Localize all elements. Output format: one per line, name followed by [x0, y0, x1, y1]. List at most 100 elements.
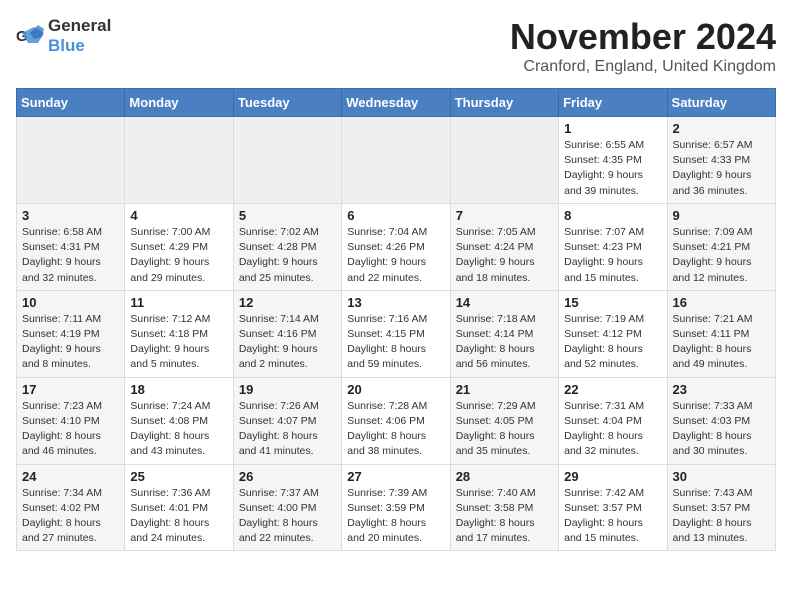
day-info: Sunrise: 7:02 AM Sunset: 4:28 PM Dayligh…: [239, 225, 336, 286]
day-number: 12: [239, 295, 336, 310]
day-info: Sunrise: 7:18 AM Sunset: 4:14 PM Dayligh…: [456, 312, 553, 373]
calendar-cell: 13 Sunrise: 7:16 AM Sunset: 4:15 PM Dayli…: [342, 290, 450, 377]
day-number: 24: [22, 469, 119, 484]
calendar-cell: 8Sunrise: 7:07 AM Sunset: 4:23 PM Daylig…: [559, 203, 667, 290]
week-row-2: 3 Sunrise: 6:58 AM Sunset: 4:31 PM Daylig…: [17, 203, 776, 290]
calendar-cell: 18 Sunrise: 7:24 AM Sunset: 4:08 PM Dayli…: [125, 377, 233, 464]
calendar-cell: 1 Sunrise: 6:55 AM Sunset: 4:35 PM Daylig…: [559, 117, 667, 204]
day-info: Sunrise: 7:39 AM Sunset: 3:59 PM Dayligh…: [347, 486, 444, 547]
day-number: 22: [564, 382, 661, 397]
day-number: 1: [564, 121, 661, 136]
day-number: 27: [347, 469, 444, 484]
day-info: Sunrise: 6:58 AM Sunset: 4:31 PM Dayligh…: [22, 225, 119, 286]
day-number: 20: [347, 382, 444, 397]
day-info: Sunrise: 7:04 AM Sunset: 4:26 PM Dayligh…: [347, 225, 444, 286]
logo-icon: G: [16, 25, 44, 47]
day-info: Sunrise: 6:55 AM Sunset: 4:35 PM Dayligh…: [564, 138, 661, 199]
calendar-cell: 23Sunrise: 7:33 AM Sunset: 4:03 PM Dayli…: [667, 377, 775, 464]
calendar-cell: [342, 117, 450, 204]
day-info: Sunrise: 7:24 AM Sunset: 4:08 PM Dayligh…: [130, 399, 227, 460]
day-info: Sunrise: 7:09 AM Sunset: 4:21 PM Dayligh…: [673, 225, 770, 286]
logo-general: General: [48, 16, 111, 35]
calendar-cell: 24 Sunrise: 7:34 AM Sunset: 4:02 PM Dayli…: [17, 464, 125, 551]
calendar-cell: 15 Sunrise: 7:19 AM Sunset: 4:12 PM Dayli…: [559, 290, 667, 377]
calendar-cell: 3 Sunrise: 6:58 AM Sunset: 4:31 PM Daylig…: [17, 203, 125, 290]
day-number: 5: [239, 208, 336, 223]
day-number: 2: [673, 121, 770, 136]
day-info: Sunrise: 7:11 AM Sunset: 4:19 PM Dayligh…: [22, 312, 119, 373]
calendar-cell: 11Sunrise: 7:12 AM Sunset: 4:18 PM Dayli…: [125, 290, 233, 377]
day-info: Sunrise: 7:34 AM Sunset: 4:02 PM Dayligh…: [22, 486, 119, 547]
day-number: 18: [130, 382, 227, 397]
week-row-1: 1 Sunrise: 6:55 AM Sunset: 4:35 PM Daylig…: [17, 117, 776, 204]
day-number: 9: [673, 208, 770, 223]
day-number: 11: [130, 295, 227, 310]
calendar-cell: 16 Sunrise: 7:21 AM Sunset: 4:11 PM Dayli…: [667, 290, 775, 377]
day-info: Sunrise: 7:16 AM Sunset: 4:15 PM Dayligh…: [347, 312, 444, 373]
logo-blue: Blue: [48, 36, 85, 55]
week-row-4: 17 Sunrise: 7:23 AM Sunset: 4:10 PM Dayli…: [17, 377, 776, 464]
calendar-cell: [17, 117, 125, 204]
day-number: 7: [456, 208, 553, 223]
logo: G General Blue: [16, 16, 111, 56]
main-title: November 2024: [510, 16, 776, 58]
day-number: 21: [456, 382, 553, 397]
day-info: Sunrise: 7:23 AM Sunset: 4:10 PM Dayligh…: [22, 399, 119, 460]
calendar-cell: 4 Sunrise: 7:00 AM Sunset: 4:29 PM Daylig…: [125, 203, 233, 290]
calendar-cell: 17 Sunrise: 7:23 AM Sunset: 4:10 PM Dayli…: [17, 377, 125, 464]
day-number: 16: [673, 295, 770, 310]
day-number: 10: [22, 295, 119, 310]
week-row-3: 10 Sunrise: 7:11 AM Sunset: 4:19 PM Dayli…: [17, 290, 776, 377]
day-info: Sunrise: 7:40 AM Sunset: 3:58 PM Dayligh…: [456, 486, 553, 547]
calendar-cell: 14 Sunrise: 7:18 AM Sunset: 4:14 PM Dayli…: [450, 290, 558, 377]
calendar-cell: 2 Sunrise: 6:57 AM Sunset: 4:33 PM Daylig…: [667, 117, 775, 204]
day-info: Sunrise: 7:14 AM Sunset: 4:16 PM Dayligh…: [239, 312, 336, 373]
day-info: Sunrise: 7:26 AM Sunset: 4:07 PM Dayligh…: [239, 399, 336, 460]
day-info: Sunrise: 7:29 AM Sunset: 4:05 PM Dayligh…: [456, 399, 553, 460]
calendar-cell: 7Sunrise: 7:05 AM Sunset: 4:24 PM Daylig…: [450, 203, 558, 290]
col-header-thursday: Thursday: [450, 89, 558, 117]
calendar-cell: 9 Sunrise: 7:09 AM Sunset: 4:21 PM Daylig…: [667, 203, 775, 290]
day-info: Sunrise: 7:31 AM Sunset: 4:04 PM Dayligh…: [564, 399, 661, 460]
calendar-cell: [233, 117, 341, 204]
col-header-sunday: Sunday: [17, 89, 125, 117]
week-row-5: 24 Sunrise: 7:34 AM Sunset: 4:02 PM Dayli…: [17, 464, 776, 551]
day-number: 8: [564, 208, 661, 223]
calendar-cell: 6 Sunrise: 7:04 AM Sunset: 4:26 PM Daylig…: [342, 203, 450, 290]
day-number: 25: [130, 469, 227, 484]
day-info: Sunrise: 7:37 AM Sunset: 4:00 PM Dayligh…: [239, 486, 336, 547]
col-header-saturday: Saturday: [667, 89, 775, 117]
page-header: G General Blue November 2024 Cranford, E…: [16, 16, 776, 76]
calendar-cell: 20Sunrise: 7:28 AM Sunset: 4:06 PM Dayli…: [342, 377, 450, 464]
subtitle: Cranford, England, United Kingdom: [510, 58, 776, 76]
col-header-tuesday: Tuesday: [233, 89, 341, 117]
day-number: 13: [347, 295, 444, 310]
day-number: 6: [347, 208, 444, 223]
day-info: Sunrise: 7:43 AM Sunset: 3:57 PM Dayligh…: [673, 486, 770, 547]
day-number: 26: [239, 469, 336, 484]
day-number: 29: [564, 469, 661, 484]
calendar-cell: 21 Sunrise: 7:29 AM Sunset: 4:05 PM Dayli…: [450, 377, 558, 464]
calendar-cell: 12 Sunrise: 7:14 AM Sunset: 4:16 PM Dayli…: [233, 290, 341, 377]
calendar-cell: 19 Sunrise: 7:26 AM Sunset: 4:07 PM Dayli…: [233, 377, 341, 464]
title-area: November 2024 Cranford, England, United …: [510, 16, 776, 76]
calendar-table: SundayMondayTuesdayWednesdayThursdayFrid…: [16, 88, 776, 551]
calendar-cell: 29Sunrise: 7:42 AM Sunset: 3:57 PM Dayli…: [559, 464, 667, 551]
day-number: 3: [22, 208, 119, 223]
day-info: Sunrise: 7:00 AM Sunset: 4:29 PM Dayligh…: [130, 225, 227, 286]
calendar-cell: 10 Sunrise: 7:11 AM Sunset: 4:19 PM Dayli…: [17, 290, 125, 377]
calendar-cell: 28Sunrise: 7:40 AM Sunset: 3:58 PM Dayli…: [450, 464, 558, 551]
day-info: Sunrise: 7:21 AM Sunset: 4:11 PM Dayligh…: [673, 312, 770, 373]
day-info: Sunrise: 7:19 AM Sunset: 4:12 PM Dayligh…: [564, 312, 661, 373]
calendar-cell: 5 Sunrise: 7:02 AM Sunset: 4:28 PM Daylig…: [233, 203, 341, 290]
day-number: 19: [239, 382, 336, 397]
col-header-wednesday: Wednesday: [342, 89, 450, 117]
day-info: Sunrise: 7:33 AM Sunset: 4:03 PM Dayligh…: [673, 399, 770, 460]
day-info: Sunrise: 6:57 AM Sunset: 4:33 PM Dayligh…: [673, 138, 770, 199]
day-number: 14: [456, 295, 553, 310]
calendar-cell: 26 Sunrise: 7:37 AM Sunset: 4:00 PM Dayli…: [233, 464, 341, 551]
day-number: 17: [22, 382, 119, 397]
col-header-monday: Monday: [125, 89, 233, 117]
day-number: 4: [130, 208, 227, 223]
day-number: 15: [564, 295, 661, 310]
